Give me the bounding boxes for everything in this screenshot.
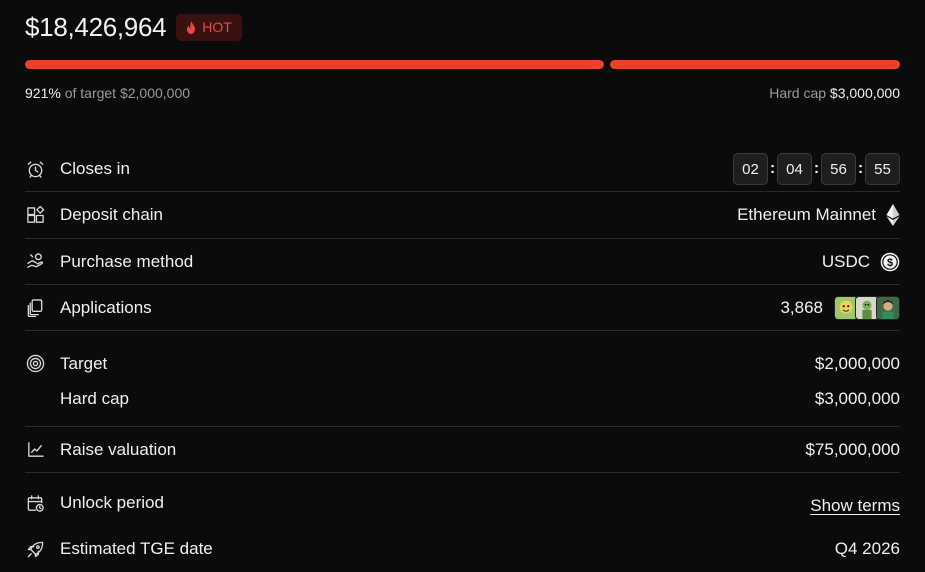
progress-segment-target bbox=[25, 60, 604, 69]
tge-date-label: Estimated TGE date bbox=[60, 539, 213, 558]
raised-amount: $18,426,964 bbox=[25, 11, 167, 42]
show-terms-link[interactable]: Show terms bbox=[810, 496, 900, 516]
progress-bar bbox=[25, 60, 900, 69]
purchase-method-label: Purchase method bbox=[60, 251, 194, 271]
row-deposit-chain: Deposit chain Ethereum Mainnet bbox=[25, 192, 900, 239]
countdown-seconds: 55 bbox=[865, 153, 900, 185]
hot-badge-label: HOT bbox=[202, 19, 232, 35]
row-applications: Applications 3,868 bbox=[25, 285, 900, 331]
progress-target-text: 921% of target $2,000,000 bbox=[25, 85, 190, 101]
row-purchase-method: Purchase method USDC $ bbox=[25, 239, 900, 285]
copy-documents-icon bbox=[25, 298, 45, 318]
countdown-minutes: 56 bbox=[821, 153, 856, 185]
hot-badge: HOT bbox=[176, 13, 242, 41]
target-label: Target bbox=[60, 353, 108, 373]
timer-separator: : bbox=[857, 160, 864, 177]
progress-percent: 921% bbox=[25, 85, 61, 101]
deposit-chain-label: Deposit chain bbox=[60, 205, 164, 224]
closes-in-label: Closes in bbox=[60, 159, 130, 178]
countdown-timer: 02 : 04 : 56 : 55 bbox=[733, 153, 900, 185]
countdown-days: 02 bbox=[733, 153, 768, 185]
applications-label: Applications bbox=[60, 297, 152, 317]
avatar bbox=[876, 295, 900, 320]
details-list: Closes in 02 : 04 : 56 : 55 Deposit chai… bbox=[25, 147, 900, 568]
target-row-value: $2,000,000 bbox=[814, 353, 900, 373]
countdown-hours: 04 bbox=[777, 153, 812, 185]
unlock-period-label: Unlock period bbox=[60, 493, 164, 512]
progress-segment-hardcap bbox=[610, 60, 900, 69]
target-icon bbox=[25, 354, 45, 374]
target-value: $2,000,000 bbox=[119, 85, 191, 101]
timer-separator: : bbox=[769, 160, 776, 177]
amount-row: $18,426,964 HOT bbox=[25, 0, 900, 54]
calendar-clock-icon bbox=[25, 493, 45, 513]
rocket-icon bbox=[25, 539, 45, 559]
raise-valuation-value: $75,000,000 bbox=[805, 439, 900, 459]
deposit-chain-value: Ethereum Mainnet bbox=[737, 205, 876, 224]
row-raise-valuation: Raise valuation $75,000,000 bbox=[25, 427, 900, 473]
raise-valuation-label: Raise valuation bbox=[60, 439, 177, 459]
applications-count: 3,868 bbox=[780, 297, 823, 317]
timer-separator: : bbox=[813, 160, 820, 177]
purchase-method-value: USDC bbox=[821, 251, 870, 271]
row-tge-date: Estimated TGE date Q4 2026 bbox=[25, 530, 900, 568]
hand-coins-icon bbox=[25, 252, 45, 272]
tge-date-value: Q4 2026 bbox=[834, 539, 900, 558]
hardcap-value: $3,000,000 bbox=[829, 85, 900, 101]
sale-panel: $18,426,964 HOT 921% of target $2,000,00… bbox=[25, 0, 900, 568]
row-hard-cap: Hard cap $3,000,000 bbox=[25, 386, 900, 427]
alarm-clock-icon bbox=[25, 159, 45, 179]
target-prefix: of target bbox=[64, 85, 117, 101]
applicant-avatars bbox=[834, 295, 900, 320]
blocks-icon bbox=[25, 205, 45, 225]
progress-hardcap-text: Hard cap $3,000,000 bbox=[769, 85, 900, 101]
svg-text:$: $ bbox=[887, 257, 893, 269]
ethereum-icon bbox=[886, 204, 900, 226]
chart-line-icon bbox=[25, 440, 45, 460]
hard-cap-label: Hard cap bbox=[60, 389, 129, 408]
row-target: Target $2,000,000 bbox=[25, 331, 900, 386]
usdc-icon: $ bbox=[880, 252, 900, 271]
progress-labels: 921% of target $2,000,000 Hard cap $3,00… bbox=[25, 85, 900, 101]
hard-cap-row-value: $3,000,000 bbox=[814, 389, 900, 408]
row-closes-in: Closes in 02 : 04 : 56 : 55 bbox=[25, 147, 900, 192]
hardcap-prefix: Hard cap bbox=[769, 85, 827, 101]
row-unlock-period: Unlock period Show terms bbox=[25, 473, 900, 530]
flame-icon bbox=[187, 20, 196, 34]
